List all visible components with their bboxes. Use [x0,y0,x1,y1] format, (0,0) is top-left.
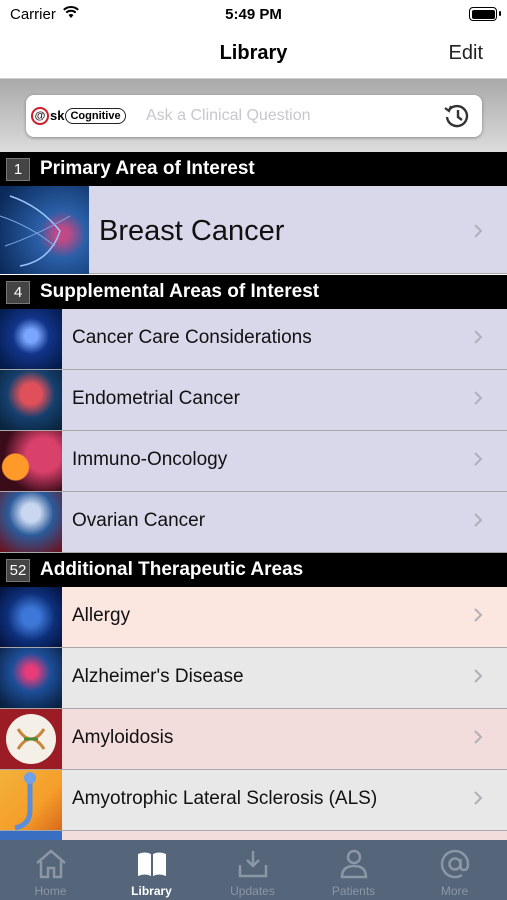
chevron-right-icon [474,224,483,238]
als-thumbnail [0,770,62,830]
edit-button[interactable]: Edit [449,42,483,65]
tab-label: Updates [230,884,275,898]
row-label: Amyloidosis [72,727,174,748]
library-item-alzheimers[interactable]: Alzheimer's Disease [0,648,507,709]
tab-label: More [440,884,469,898]
chevron-right-icon [474,608,483,622]
library-item-ovarian-cancer[interactable]: Ovarian Cancer [0,492,507,553]
ovarian-thumbnail [0,492,62,552]
status-bar: Carrier 5:49 PM [0,0,507,30]
row-label: Ovarian Cancer [72,510,206,531]
library-item-immuno-oncology[interactable]: Immuno-Oncology [0,431,507,492]
download-tray-icon [238,851,268,878]
tab-patients[interactable]: Patients [303,840,404,900]
navigation-bar: Library Edit [0,30,507,79]
library-item-als[interactable]: Amyotrophic Lateral Sclerosis (ALS) [0,770,507,831]
chevron-right-icon [474,669,483,683]
battery-icon [469,7,497,21]
cancer-care-thumbnail [0,309,62,369]
section-title: Additional Therapeutic Areas [40,559,304,580]
section-count-badge: 1 [6,158,30,181]
ask-logo-text: sk [50,108,65,123]
chevron-right-icon [474,730,483,744]
chevron-right-icon [474,391,483,405]
section-count-badge: 4 [6,281,30,304]
endometrial-thumbnail [0,370,62,430]
person-icon [340,849,368,879]
page-title: Library [219,42,288,64]
home-icon [36,849,66,879]
alzheimers-thumbnail [0,648,62,708]
row-label: Alzheimer's Disease [72,666,244,687]
ask-cognitive-logo: @ sk Cognitive [31,106,126,125]
tab-label: Library [131,884,172,898]
amyloidosis-thumbnail [0,709,62,769]
library-item-cancer-care[interactable]: Cancer Care Considerations [0,309,507,370]
row-label: Allergy [72,605,131,626]
section-header-primary: 1 Primary Area of Interest [0,152,507,186]
book-icon [138,852,166,876]
library-item-breast-cancer[interactable]: Breast Cancer [0,186,507,274]
tab-home[interactable]: Home [0,840,101,900]
section-header-supplemental: 4 Supplemental Areas of Interest [0,275,507,309]
section-header-additional: 52 Additional Therapeutic Areas [0,553,507,587]
library-item-endometrial-cancer[interactable]: Endometrial Cancer [0,370,507,431]
chevron-right-icon [474,513,483,527]
ask-logo-circle: @ [31,106,49,125]
tab-label: Patients [331,884,376,898]
chevron-right-icon [474,791,483,805]
tab-library[interactable]: Library [101,840,202,900]
row-label: Breast Cancer [99,215,285,247]
tab-more[interactable]: More [404,840,505,900]
section-title: Primary Area of Interest [40,158,255,179]
row-label: Cancer Care Considerations [72,327,312,348]
library-item-partial [0,831,507,840]
breast-cancer-thumbnail [0,186,89,274]
partial-thumbnail [0,831,62,840]
battery-nub [499,11,501,16]
search-placeholder: Ask a Clinical Question [146,107,311,124]
row-label: Immuno-Oncology [72,449,228,470]
at-sign-icon [440,849,470,879]
library-item-amyloidosis[interactable]: Amyloidosis [0,709,507,770]
history-icon[interactable] [442,102,472,130]
tab-label: Home [34,884,67,898]
tab-updates[interactable]: Updates [202,840,303,900]
section-title: Supplemental Areas of Interest [40,281,320,302]
library-item-allergy[interactable]: Allergy [0,587,507,648]
ask-logo-brand: Cognitive [65,107,126,124]
clock: 5:49 PM [225,6,282,23]
section-count-badge: 52 [6,559,30,582]
row-label: Amyotrophic Lateral Sclerosis (ALS) [72,788,378,809]
chevron-right-icon [474,452,483,466]
tab-bar: Home Library Updates Patients More [0,840,507,900]
chevron-right-icon [474,330,483,344]
search-input[interactable]: @ sk Cognitive Ask a Clinical Question [26,95,482,137]
immuno-oncology-thumbnail [0,431,62,491]
search-area: @ sk Cognitive Ask a Clinical Question [0,79,507,152]
row-label: Endometrial Cancer [72,388,240,409]
allergy-thumbnail [0,587,62,647]
